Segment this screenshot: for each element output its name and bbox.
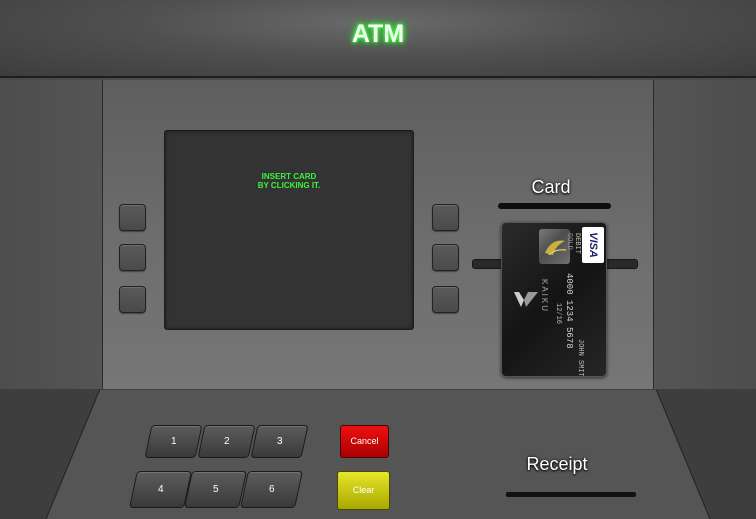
card-type: DEBIT — [573, 233, 581, 255]
card-number: 4000 1234 5678 — [564, 273, 574, 349]
debit-card[interactable]: VISA DEBIT GOLD KAIKU 4000 1234 5678 12/… — [501, 222, 607, 377]
left-side-wall — [0, 80, 102, 390]
keypad-key-5[interactable]: 5 — [184, 471, 247, 508]
keypad-key-4[interactable]: 4 — [129, 471, 192, 508]
keypad-key-1[interactable]: 1 — [144, 425, 203, 458]
left-side-button-1[interactable] — [119, 204, 146, 231]
keypad-key-3[interactable]: 3 — [250, 425, 309, 458]
right-side-button-1[interactable] — [432, 204, 459, 231]
keypad-key-6[interactable]: 6 — [240, 471, 303, 508]
left-side-button-3[interactable] — [119, 286, 146, 313]
receipt-label: Receipt — [526, 454, 588, 474]
right-side-wall — [654, 80, 756, 390]
card-brand-logo-icon — [514, 292, 538, 307]
cancel-button[interactable]: Cancel — [340, 425, 389, 458]
atm-screen: INSERT CARD BY CLICKING IT. — [164, 130, 414, 330]
card-expiry: 12/16 — [554, 303, 562, 325]
left-side-button-2[interactable] — [119, 244, 146, 271]
right-side-button-3[interactable] — [432, 286, 459, 313]
clear-button[interactable]: Clear — [337, 471, 390, 510]
card-slot-label: Card — [531, 177, 571, 197]
screen-message: INSERT CARD BY CLICKING IT. — [257, 172, 321, 190]
card-brand: KAIKU — [540, 279, 549, 314]
card-holder: JOHN SMITH — [576, 339, 584, 377]
atm-title: ATM — [351, 20, 405, 48]
keypad-key-2[interactable]: 2 — [197, 425, 256, 458]
card-tier: GOLD — [565, 233, 573, 250]
visa-logo-icon: VISA — [582, 227, 604, 263]
card-slot — [498, 203, 611, 209]
atm-header: ATM — [0, 0, 756, 78]
receipt-slot — [506, 492, 636, 497]
right-side-button-2[interactable] — [432, 244, 459, 271]
